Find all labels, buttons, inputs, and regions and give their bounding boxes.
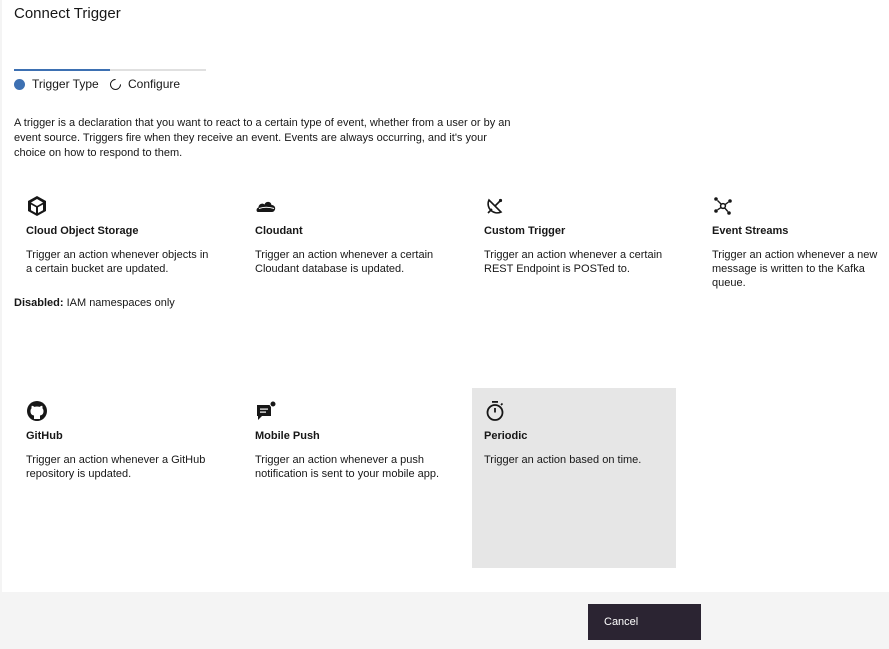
step-trigger-type[interactable]: Trigger Type bbox=[14, 77, 99, 91]
cancel-button[interactable]: Cancel bbox=[588, 604, 701, 640]
card-title: GitHub bbox=[26, 430, 63, 442]
chat-notification-icon bbox=[255, 400, 277, 422]
card-description: Trigger an action whenever a new message… bbox=[712, 249, 878, 289]
stopwatch-icon bbox=[484, 400, 506, 422]
event-streams-icon bbox=[712, 195, 734, 217]
card-title: Custom Trigger bbox=[484, 225, 566, 237]
card-event-streams[interactable]: Event Streams Trigger an action whenever… bbox=[700, 183, 889, 363]
card-description: Trigger an action whenever objects in a … bbox=[26, 249, 209, 275]
progress-indicator: Trigger Type Configure bbox=[14, 69, 206, 101]
cube-icon bbox=[26, 195, 48, 217]
step-incomplete-icon bbox=[107, 76, 124, 92]
card-mobile-push[interactable]: Mobile Push Trigger an action whenever a… bbox=[243, 388, 447, 568]
card-cloudant[interactable]: Cloudant Trigger an action whenever a ce… bbox=[243, 183, 447, 363]
card-title: Cloud Object Storage bbox=[26, 225, 139, 237]
github-icon bbox=[26, 400, 48, 422]
card-description: Trigger an action based on time. bbox=[484, 454, 642, 466]
card-title: Event Streams bbox=[712, 225, 789, 237]
step-label: Trigger Type bbox=[32, 77, 99, 91]
progress-active-bar bbox=[14, 69, 110, 71]
card-description: Trigger an action whenever a GitHub repo… bbox=[26, 454, 206, 480]
satellite-dish-icon bbox=[484, 195, 506, 217]
page-title: Connect Trigger bbox=[14, 5, 121, 22]
card-description: Trigger an action whenever a certain Clo… bbox=[255, 249, 434, 275]
left-edge-divider bbox=[0, 0, 2, 592]
card-custom-trigger[interactable]: Custom Trigger Trigger an action wheneve… bbox=[472, 183, 676, 363]
cloud-icon bbox=[255, 195, 277, 217]
card-description: Trigger an action whenever a push notifi… bbox=[255, 454, 440, 480]
disabled-text: IAM namespaces only bbox=[66, 297, 175, 309]
card-title: Cloudant bbox=[255, 225, 303, 237]
card-github[interactable]: GitHub Trigger an action whenever a GitH… bbox=[14, 388, 218, 568]
disabled-label: Disabled: bbox=[14, 297, 64, 309]
step-configure[interactable]: Configure bbox=[107, 76, 181, 92]
disabled-note: Disabled: IAM namespaces only bbox=[14, 297, 175, 309]
card-periodic[interactable]: Periodic Trigger an action based on time… bbox=[472, 388, 676, 568]
card-title: Periodic bbox=[484, 430, 528, 442]
card-description: Trigger an action whenever a certain RES… bbox=[484, 249, 663, 275]
card-title: Mobile Push bbox=[255, 430, 320, 442]
intro-text: A trigger is a declaration that you want… bbox=[14, 117, 511, 159]
modal-footer bbox=[0, 592, 889, 649]
step-complete-icon bbox=[14, 78, 25, 90]
card-cloud-object-storage[interactable]: Cloud Object Storage Trigger an action w… bbox=[14, 183, 218, 363]
step-label: Configure bbox=[128, 77, 181, 91]
